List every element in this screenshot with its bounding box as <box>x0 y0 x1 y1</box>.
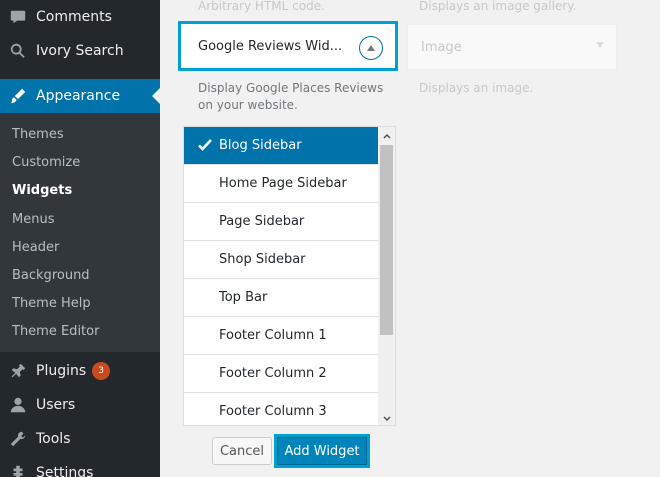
sidebar-option-blog-sidebar[interactable]: Blog Sidebar <box>184 127 379 165</box>
prev-widget-desc-right: Displays an image gallery. <box>419 0 577 13</box>
nav-plugins[interactable]: Plugins 3 <box>0 354 160 388</box>
plugin-icon <box>0 362 36 380</box>
submenu-theme-help[interactable]: Theme Help <box>12 296 91 311</box>
image-widget-header[interactable]: Image <box>407 24 617 70</box>
sidebar-option-home-page-sidebar[interactable]: Home Page Sidebar <box>184 165 379 203</box>
nav-label: Users <box>36 397 76 413</box>
current-arrow <box>152 88 160 104</box>
image-widget-desc: Displays an image. <box>419 81 534 95</box>
search-icon <box>0 42 36 60</box>
widget-title: Google Reviews Wid... <box>198 38 343 54</box>
sidebar-option-top-bar[interactable]: Top Bar <box>184 279 379 317</box>
submenu-theme-editor[interactable]: Theme Editor <box>12 324 99 339</box>
triangle-down-icon <box>596 42 604 48</box>
option-label: Blog Sidebar <box>219 138 302 153</box>
widget-description: Display Google Places Reviews on your we… <box>198 81 384 112</box>
cancel-button[interactable]: Cancel <box>212 437 272 465</box>
add-widget-button[interactable]: Add Widget <box>277 437 367 465</box>
option-label: Shop Sidebar <box>219 252 306 267</box>
nav-tools[interactable]: Tools <box>0 422 160 456</box>
submenu-themes[interactable]: Themes <box>12 127 64 142</box>
sidebar-chooser-list[interactable]: Blog Sidebar Home Page Sidebar Page Side… <box>183 126 396 426</box>
submenu-header[interactable]: Header <box>12 240 59 255</box>
google-reviews-widget-header[interactable]: Google Reviews Wid... <box>178 21 398 71</box>
widgets-main: Arbitrary HTML code. Displays an image g… <box>160 0 660 477</box>
sidebar-option-footer-column-3[interactable]: Footer Column 3 <box>184 393 379 425</box>
nav-label: Comments <box>36 9 112 25</box>
sidebar-option-shop-sidebar[interactable]: Shop Sidebar <box>184 241 379 279</box>
brush-icon <box>0 87 36 105</box>
nav-label: Tools <box>36 431 71 447</box>
comment-icon <box>0 8 36 26</box>
nav-label: Ivory Search <box>36 43 124 59</box>
nav-label: Settings <box>36 465 94 477</box>
add-widget-highlight: Add Widget <box>274 434 370 468</box>
update-count-badge: 3 <box>92 362 111 380</box>
widget-title: Image <box>421 40 462 55</box>
scrollbar-thumb[interactable] <box>380 145 393 335</box>
nav-ivory-search[interactable]: Ivory Search <box>0 34 160 68</box>
appearance-submenu: Themes Customize Widgets Menus Header Ba… <box>0 113 160 352</box>
option-label: Footer Column 3 <box>219 404 327 419</box>
submenu-customize[interactable]: Customize <box>12 155 80 170</box>
nav-users[interactable]: Users <box>0 388 160 422</box>
wrench-icon <box>0 430 36 448</box>
sidebar-option-footer-column-1[interactable]: Footer Column 1 <box>184 317 379 355</box>
triangle-up-icon <box>367 45 375 51</box>
nav-appearance[interactable]: Appearance <box>0 79 160 113</box>
user-icon <box>0 396 36 414</box>
settings-icon <box>0 464 36 477</box>
option-label: Home Page Sidebar <box>219 176 347 191</box>
option-label: Top Bar <box>219 290 268 305</box>
list-scrollbar[interactable] <box>378 127 395 425</box>
scroll-up-arrow-icon[interactable] <box>378 127 395 144</box>
option-label: Page Sidebar <box>219 214 305 229</box>
admin-sidebar: Comments Ivory Search Appearance Themes … <box>0 0 160 477</box>
prev-widget-desc: Arbitrary HTML code. <box>198 0 325 13</box>
submenu-background[interactable]: Background <box>12 268 90 283</box>
submenu-menus[interactable]: Menus <box>12 212 54 227</box>
nav-settings[interactable]: Settings <box>0 456 160 477</box>
collapse-toggle-button[interactable] <box>359 36 383 60</box>
option-label: Footer Column 1 <box>219 328 327 343</box>
scroll-down-arrow-icon[interactable] <box>378 410 395 425</box>
nav-label: Appearance <box>36 88 121 104</box>
option-label: Footer Column 2 <box>219 366 327 381</box>
sidebar-option-page-sidebar[interactable]: Page Sidebar <box>184 203 379 241</box>
nav-comments[interactable]: Comments <box>0 0 160 34</box>
sidebar-option-footer-column-2[interactable]: Footer Column 2 <box>184 355 379 393</box>
nav-label: Plugins <box>36 363 87 379</box>
submenu-widgets[interactable]: Widgets <box>12 183 72 198</box>
checkmark-icon <box>198 139 212 151</box>
